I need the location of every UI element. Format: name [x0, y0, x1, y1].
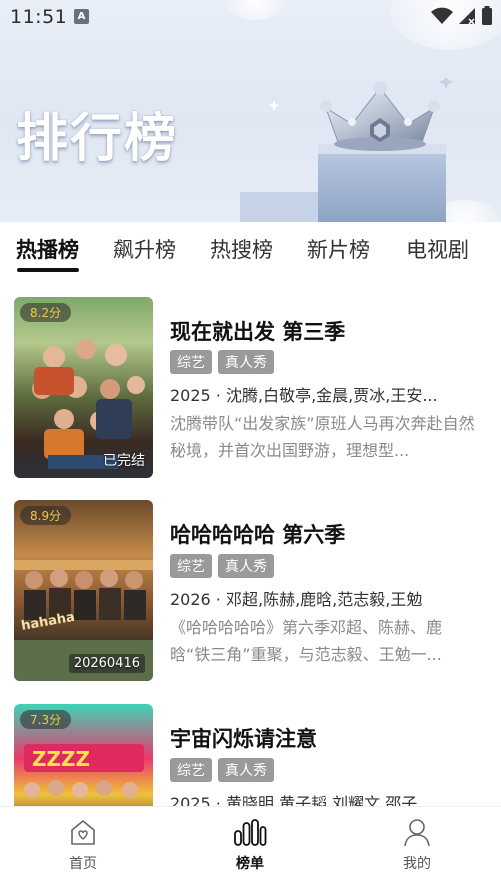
tab-rising[interactable]: 飙升榜 [113, 234, 176, 264]
bottom-nav: 首页 榜单 我的 [0, 806, 501, 890]
page-title: 排行榜 [16, 109, 179, 169]
date-badge: 20260416 [68, 654, 145, 673]
header-banner: 11:51 A 排行榜 [0, 0, 501, 222]
active-tab-indicator [17, 268, 79, 272]
item-title[interactable]: 现在就出发 第三季 [170, 316, 345, 346]
crown-icon [240, 74, 480, 222]
score-badge: 8.9分 [20, 506, 72, 525]
battery-icon [481, 6, 493, 30]
tag: 综艺 [170, 350, 212, 374]
item-title[interactable]: 哈哈哈哈哈 第六季 [170, 519, 345, 549]
poster-image[interactable]: ZZZZ 7.3分 [14, 704, 153, 806]
score-badge: 7.3分 [20, 710, 72, 729]
svg-text:ZZZZ: ZZZZ [32, 747, 90, 771]
list-item[interactable]: 8.2分 已完结 现在就出发 第三季 综艺 真人秀 2025 · 沈腾,白敬亭,… [0, 278, 501, 480]
nav-label: 我的 [403, 856, 431, 872]
item-description: 《哈哈哈哈哈》第六季邓超、陈赫、鹿晗“铁三角”重聚，与范志毅、王勉一... [170, 618, 443, 664]
tab-new-release[interactable]: 新片榜 [307, 234, 370, 264]
nav-label: 首页 [69, 856, 97, 872]
list-item[interactable]: hahaha 8.9分 20260416 哈哈哈哈哈 第六季 综艺 真人秀 20… [0, 482, 501, 684]
item-meta: 2026 · 邓超,陈赫,鹿晗,范志毅,王勉 [170, 590, 423, 609]
tag: 综艺 [170, 758, 212, 782]
poster-image[interactable]: hahaha 8.9分 20260416 [14, 500, 153, 681]
nav-profile[interactable]: 我的 [377, 817, 457, 873]
status-badge: 已完结 [103, 453, 145, 469]
ranking-tabs: 热播榜 飙升榜 热搜榜 新片榜 电视剧 [0, 222, 501, 278]
poster-image[interactable]: 8.2分 已完结 [14, 297, 153, 478]
status-time: 11:51 [10, 6, 68, 28]
list-item[interactable]: ZZZZ 7.3分 宇宙闪烁请注意 综艺 真人秀 2025 · 黄晓明,黄子韬,… [0, 686, 501, 806]
tag: 真人秀 [218, 554, 274, 578]
ranking-list: 8.2分 已完结 现在就出发 第三季 综艺 真人秀 2025 · 沈腾,白敬亭,… [0, 278, 501, 806]
tag: 真人秀 [218, 758, 274, 782]
profile-icon [402, 819, 432, 851]
item-title[interactable]: 宇宙闪烁请注意 [170, 723, 317, 753]
tab-tv-series[interactable]: 电视剧 [406, 234, 469, 264]
app-notification-icon: A [74, 9, 89, 24]
tag: 真人秀 [218, 350, 274, 374]
tag: 综艺 [170, 554, 212, 578]
tab-hot-search[interactable]: 热搜榜 [210, 234, 273, 264]
item-meta: 2025 · 黄晓明,黄子韬,刘耀文,邵子... [170, 794, 433, 806]
score-badge: 8.2分 [20, 303, 72, 322]
status-bar: 11:51 A [0, 0, 501, 34]
wifi-icon [431, 7, 453, 29]
signal-icon [458, 7, 476, 29]
home-icon [68, 820, 98, 851]
tab-hot-play[interactable]: 热播榜 [16, 234, 79, 264]
chart-icon [233, 819, 267, 851]
item-description: 沈腾带队“出发家族”原班人马再次奔赴自然秘境，并首次出国野游，理想型... [170, 414, 475, 460]
nav-rankings[interactable]: 榜单 [210, 817, 290, 873]
nav-home[interactable]: 首页 [43, 817, 123, 873]
item-meta: 2025 · 沈腾,白敬亭,金晨,贾冰,王安... [170, 386, 438, 405]
nav-label: 榜单 [236, 856, 264, 872]
